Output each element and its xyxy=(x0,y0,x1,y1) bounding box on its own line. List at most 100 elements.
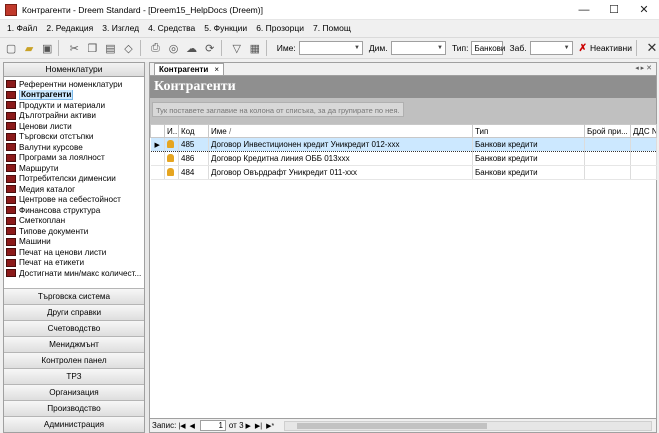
sidebar-item[interactable]: Потребителски дименсии xyxy=(4,174,144,185)
sidebar-item[interactable]: Търговски отстъпки xyxy=(4,132,144,143)
cell-vat[interactable] xyxy=(630,165,657,180)
header-icon-col[interactable]: И... xyxy=(164,124,179,138)
sidebar-item[interactable]: Референтни номенклатури xyxy=(4,79,144,90)
menu-edit[interactable]: 2. Редакция xyxy=(46,23,93,33)
sidebar-item[interactable]: Контрагенти xyxy=(4,89,144,100)
note-filter-combo[interactable]: ▼ xyxy=(529,41,573,55)
nomenclature-icon xyxy=(6,216,16,225)
header-type[interactable]: Тип xyxy=(472,124,585,138)
first-record-icon[interactable]: |◀ xyxy=(178,422,185,430)
sidebar-item[interactable]: Печат на ценови листи xyxy=(4,247,144,258)
empty-cell xyxy=(631,236,657,250)
table-row[interactable]: ▶ 485 Договор Инвестиционен кредит Уникред… xyxy=(150,137,657,152)
settings-grid-icon[interactable]: ▦ xyxy=(248,40,262,56)
prev-record-icon[interactable]: ◀ xyxy=(190,422,195,430)
dim-filter-combo[interactable]: ▼ xyxy=(390,41,446,55)
sidebar-group-button[interactable]: Контролен панел xyxy=(4,352,144,368)
row-icon-cell xyxy=(164,165,179,180)
sidebar-item[interactable]: Достигнати мин/макс количест... xyxy=(4,268,144,279)
print-preview-icon[interactable]: ◎ xyxy=(167,40,181,56)
sidebar-group-button[interactable]: Администрация xyxy=(4,416,144,432)
filter-icon[interactable]: ▽ xyxy=(230,40,244,56)
paste-icon[interactable]: ▤ xyxy=(103,40,117,56)
sidebar-item[interactable]: Ценови листи xyxy=(4,121,144,132)
sidebar-group-button[interactable]: Организация xyxy=(4,384,144,400)
sidebar-header[interactable]: Номенклатури xyxy=(4,63,144,77)
cell-type[interactable]: Банкови кредити xyxy=(472,165,585,180)
record-number-input[interactable]: 1 xyxy=(199,420,226,431)
cell-name[interactable]: Договор Овърдрафт Уникредит 011-xxx xyxy=(208,165,473,180)
table-row[interactable]: 484 Договор Овърдрафт Уникредит 011-xxx Ба… xyxy=(150,165,657,180)
cell-type[interactable]: Банкови кредити xyxy=(472,137,585,152)
cell-count[interactable] xyxy=(584,151,631,166)
close-tool-icon[interactable]: ✕ xyxy=(645,40,659,56)
tab-nav-icons[interactable]: ◂ ▸ ✕ xyxy=(635,64,652,72)
sidebar-item[interactable]: Маршрути xyxy=(4,163,144,174)
sidebar-item[interactable]: Валутни курсове xyxy=(4,142,144,153)
cell-code[interactable]: 484 xyxy=(178,165,209,180)
cell-count[interactable] xyxy=(584,165,631,180)
sidebar-group-button[interactable]: ТРЗ xyxy=(4,368,144,384)
eraser-icon[interactable]: ◇ xyxy=(121,40,135,56)
maximize-button[interactable]: ☐ xyxy=(599,0,629,20)
sidebar-item[interactable]: Продукти и материали xyxy=(4,100,144,111)
print-icon[interactable]: ⎙ xyxy=(148,40,162,56)
sidebar-group-button[interactable]: Счетоводство xyxy=(4,320,144,336)
header-vat[interactable]: ДДС No xyxy=(630,124,657,138)
table-row[interactable]: 486 Договор Кредитна линия ОББ 013xxx Банк… xyxy=(150,151,657,166)
menu-file[interactable]: 1. Файл xyxy=(7,23,37,33)
sidebar-item[interactable]: Сметкоплан xyxy=(4,216,144,227)
sidebar-item[interactable]: Програми за лоялност xyxy=(4,153,144,164)
menu-functions[interactable]: 5. Функции xyxy=(204,23,247,33)
refresh-icon[interactable]: ⟳ xyxy=(203,40,217,56)
cell-name[interactable]: Договор Инвестиционен кредит Уникредит 0… xyxy=(208,137,473,152)
menu-windows[interactable]: 6. Прозорци xyxy=(256,23,304,33)
sidebar-group-button[interactable]: Мениджмънт xyxy=(4,336,144,352)
header-count[interactable]: Брой при... xyxy=(584,124,631,138)
cell-code[interactable]: 485 xyxy=(178,137,209,152)
sidebar-group-button[interactable]: Търговска система xyxy=(4,288,144,304)
export-icon[interactable]: ☁ xyxy=(185,40,199,56)
last-record-icon[interactable]: ▶| xyxy=(255,422,262,430)
sidebar-group-button[interactable]: Производство xyxy=(4,400,144,416)
menu-view[interactable]: 3. Изглед xyxy=(102,23,139,33)
tab-close-icon[interactable]: × xyxy=(214,65,219,74)
cell-vat[interactable] xyxy=(630,137,657,152)
cell-count[interactable] xyxy=(584,137,631,152)
cell-code[interactable]: 486 xyxy=(178,151,209,166)
horizontal-scrollbar[interactable] xyxy=(284,420,652,431)
sidebar-item-label: Сметкоплан xyxy=(19,216,66,226)
sidebar-item[interactable]: Типове документи xyxy=(4,226,144,237)
menu-tools[interactable]: 4. Средства xyxy=(148,23,195,33)
next-record-icon[interactable]: ▶ xyxy=(246,422,251,430)
cell-name[interactable]: Договор Кредитна линия ОББ 013xxx xyxy=(208,151,473,166)
header-code[interactable]: Код xyxy=(178,124,209,138)
sidebar-item[interactable]: Машини xyxy=(4,237,144,248)
scrollbar-thumb[interactable] xyxy=(297,422,488,429)
tab-counterparties[interactable]: Контрагенти × xyxy=(154,63,224,75)
sidebar-group-button[interactable]: Други справки xyxy=(4,304,144,320)
close-window-button[interactable]: ✕ xyxy=(629,0,659,20)
new-record-icon[interactable]: ▶* xyxy=(266,422,274,430)
copy-icon[interactable]: ❐ xyxy=(85,40,99,56)
new-document-icon[interactable]: ▢ xyxy=(4,40,18,56)
group-by-zone[interactable]: Тук поставете заглавие на колона от спис… xyxy=(150,98,656,124)
sidebar-item[interactable]: Дълготрайни активи xyxy=(4,111,144,122)
inactive-toggle[interactable]: ✗ Неактивни xyxy=(579,43,632,54)
minimize-button[interactable]: — xyxy=(569,0,599,20)
type-filter-combo[interactable]: Банкови xyxy=(471,41,505,55)
sidebar-item[interactable]: Финансова структура xyxy=(4,205,144,216)
cell-vat[interactable] xyxy=(630,151,657,166)
sidebar-item[interactable]: Медия каталог xyxy=(4,184,144,195)
nomenclature-icon xyxy=(6,164,16,173)
sidebar-item[interactable]: Центрове на себестойност xyxy=(4,195,144,206)
cut-icon[interactable]: ✂ xyxy=(67,40,81,56)
name-filter-combo[interactable]: ▼ xyxy=(298,41,363,55)
empty-cell xyxy=(473,222,585,236)
menu-help[interactable]: 7. Помощ xyxy=(313,23,351,33)
save-icon[interactable]: ▣ xyxy=(40,40,54,56)
header-name[interactable]: Име / xyxy=(208,124,473,138)
cell-type[interactable]: Банкови кредити xyxy=(472,151,585,166)
open-folder-icon[interactable]: ▰ xyxy=(22,40,36,56)
sidebar-item[interactable]: Печат на етикети xyxy=(4,258,144,269)
